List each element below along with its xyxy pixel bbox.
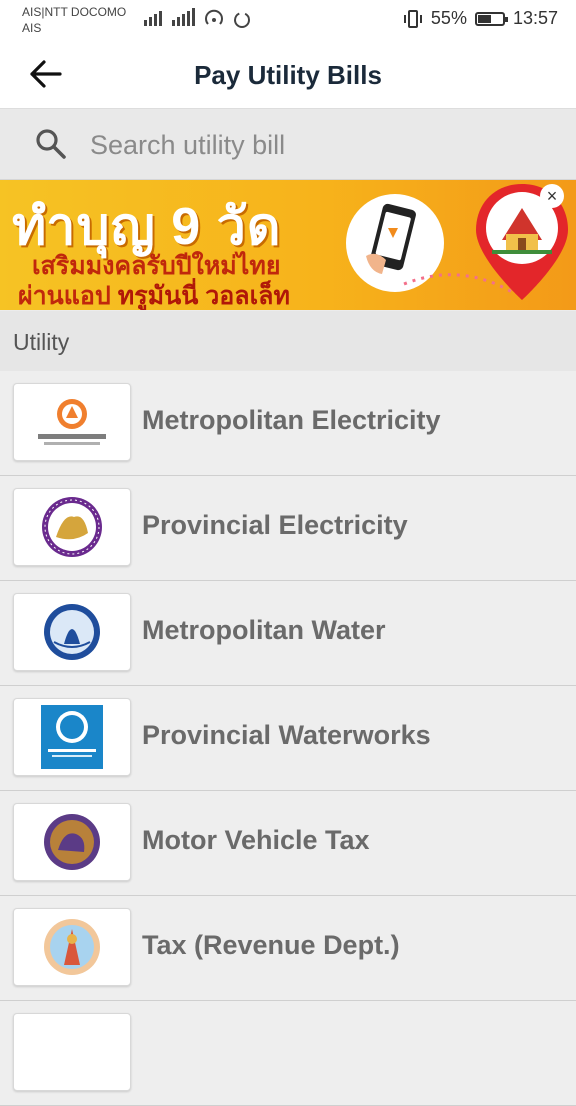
list-item-provincial-waterworks[interactable]: Provincial Waterworks — [0, 686, 576, 791]
search-input[interactable] — [88, 123, 552, 167]
item-label: Motor Vehicle Tax — [142, 825, 370, 855]
vibrate-icon — [403, 9, 422, 28]
pea-logo-icon — [42, 497, 102, 557]
mea-logo-icon — [38, 399, 106, 445]
section-header: Utility — [0, 311, 576, 371]
item-label: Metropolitan Electricity — [142, 405, 441, 435]
list-item-partial[interactable] — [0, 1001, 576, 1106]
battery-icon — [474, 11, 508, 26]
search-icon — [36, 129, 66, 159]
carrier-line1: AIS|NTT DOCOMO — [22, 5, 127, 19]
list-item-provincial-electricity[interactable]: Provincial Electricity — [0, 476, 576, 581]
logo-card — [13, 908, 131, 986]
section-label: Utility — [13, 329, 70, 355]
list-item-motor-vehicle-tax[interactable]: Motor Vehicle Tax — [0, 791, 576, 896]
promo-banner[interactable]: ทำบุญ 9 วัด เสริมมงคลรับปีใหม่ไทย ผ่านแอ… — [0, 180, 576, 310]
logo-card — [13, 698, 131, 776]
utility-list: Metropolitan Electricity Provincial Elec… — [0, 371, 576, 1106]
dlt-logo-icon — [44, 814, 100, 870]
hotspot-icon — [205, 9, 250, 28]
banner-brand: ทรูมันนี่ วอลเล็ท — [117, 282, 290, 310]
page-title: Pay Utility Bills — [194, 60, 382, 90]
carrier-info: AIS|NTT DOCOMO AIS — [22, 4, 126, 36]
carrier-line2: AIS — [22, 21, 42, 35]
logo-card — [13, 593, 131, 671]
item-label: Tax (Revenue Dept.) — [142, 930, 400, 960]
banner-app-prefix: ผ่านแอป — [18, 282, 118, 310]
battery-percent: 55% — [430, 8, 467, 28]
status-right: 55% 13:57 — [403, 8, 558, 29]
clock: 13:57 — [512, 8, 558, 28]
logo-card — [13, 488, 131, 566]
item-label: Provincial Electricity — [142, 510, 408, 540]
item-label: Provincial Waterworks — [142, 720, 431, 750]
banner-close-button[interactable]: × — [540, 184, 564, 208]
mwa-logo-icon — [44, 604, 100, 660]
banner-app-line: ผ่านแอป ทรูมันนี่ วอลเล็ท — [18, 276, 290, 310]
list-item-tax-revenue-dept[interactable]: Tax (Revenue Dept.) — [0, 896, 576, 1001]
signal-icon — [144, 8, 195, 26]
revenue-dept-logo-icon — [44, 919, 100, 975]
battery-fill — [477, 14, 491, 23]
logo-card — [13, 803, 131, 881]
app-header: Pay Utility Bills — [0, 40, 576, 109]
pwa-logo-icon — [41, 705, 103, 769]
logo-card — [13, 383, 131, 461]
status-bar: AIS|NTT DOCOMO AIS 55% 13:57 — [0, 0, 576, 40]
logo-card — [13, 1013, 131, 1091]
list-item-metropolitan-water[interactable]: Metropolitan Water — [0, 581, 576, 686]
item-label: Metropolitan Water — [142, 615, 386, 645]
list-item-metropolitan-electricity[interactable]: Metropolitan Electricity — [0, 371, 576, 476]
search-bar — [0, 109, 576, 180]
